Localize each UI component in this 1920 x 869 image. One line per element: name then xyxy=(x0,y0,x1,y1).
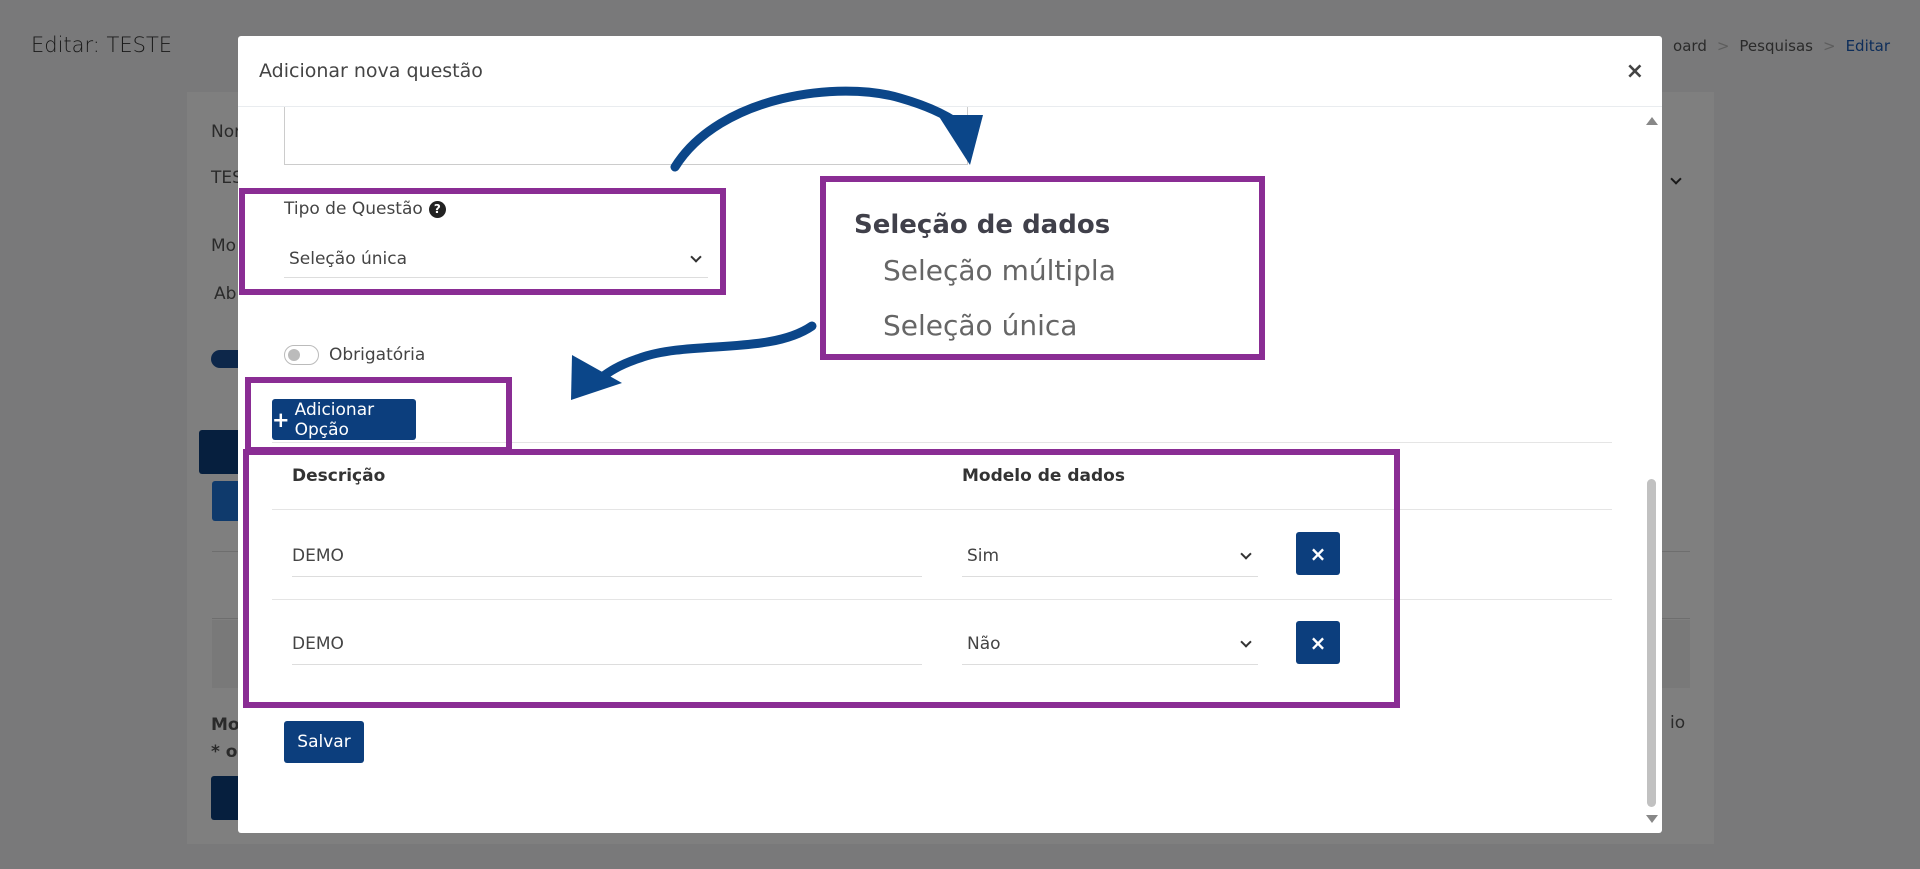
arrow-curve-top xyxy=(670,86,971,172)
arrow-curve-bottom xyxy=(593,321,817,385)
annotation-arrows xyxy=(571,86,983,400)
arrow-head-top-icon xyxy=(938,115,983,165)
arrow-head-bottom-icon xyxy=(571,355,622,400)
